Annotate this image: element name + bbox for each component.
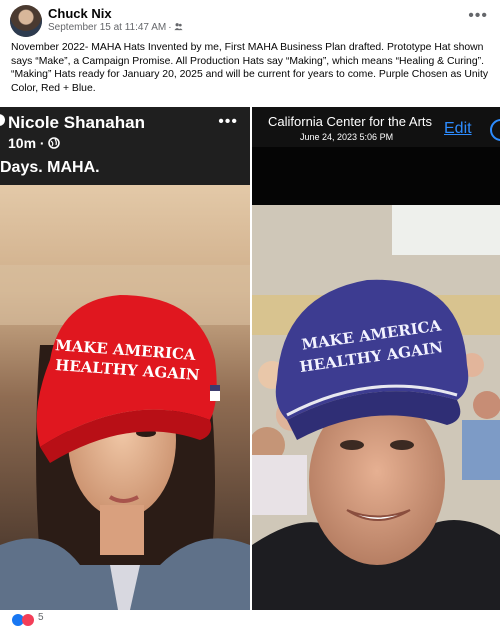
friends-icon	[174, 23, 183, 31]
post-text: November 2022- MAHA Hats Invented by me,…	[11, 42, 489, 94]
left-screenshot-caption: Days. MAHA.	[0, 159, 100, 176]
profile-avatar-fragment-icon	[0, 114, 5, 126]
edit-link: Edit	[444, 120, 472, 137]
reactions-bar	[0, 610, 500, 624]
right-screenshot-title: California Center for the Arts	[268, 114, 433, 129]
love-icon[interactable]	[22, 614, 34, 626]
author-avatar[interactable]	[10, 5, 42, 37]
post-header: Chuck Nix September 15 at 11:47 AM · •••	[0, 0, 500, 40]
right-screenshot-date: June 24, 2023 5:06 PM	[300, 132, 394, 142]
reaction-count[interactable]: 5	[38, 612, 44, 623]
left-photo-panel[interactable]: Nicole Shanahan 10m · ••• Days. MAHA. MA…	[0, 107, 250, 610]
globe-icon	[48, 137, 61, 149]
nicole-selfie-photo: MAKE AMERICA HEALTHY AGAIN	[0, 185, 250, 610]
right-black-band	[252, 147, 500, 205]
more-horizontal-icon[interactable]: •••	[468, 8, 488, 24]
left-screenshot-header: Nicole Shanahan 10m · ••• Days. MAHA.	[0, 107, 250, 185]
left-more-icon: •••	[218, 113, 238, 130]
left-screenshot-name: Nicole Shanahan	[8, 113, 145, 132]
post-timestamp[interactable]: September 15 at 11:47 AM	[48, 22, 166, 33]
meta-separator: ·	[168, 22, 172, 33]
author-name[interactable]: Chuck Nix	[48, 6, 112, 21]
left-time-text: 10m ·	[8, 135, 45, 151]
post-meta: September 15 at 11:47 AM ·	[48, 22, 183, 33]
left-screenshot-time: 10m ·	[8, 135, 61, 151]
right-photo-panel[interactable]: California Center for the Arts June 24, …	[252, 107, 500, 610]
chuck-selfie-photo: MAKE AMERICA HEALTHY AGAIN	[252, 205, 500, 610]
right-screenshot-header: California Center for the Arts June 24, …	[252, 107, 500, 147]
settings-icon	[490, 119, 500, 141]
